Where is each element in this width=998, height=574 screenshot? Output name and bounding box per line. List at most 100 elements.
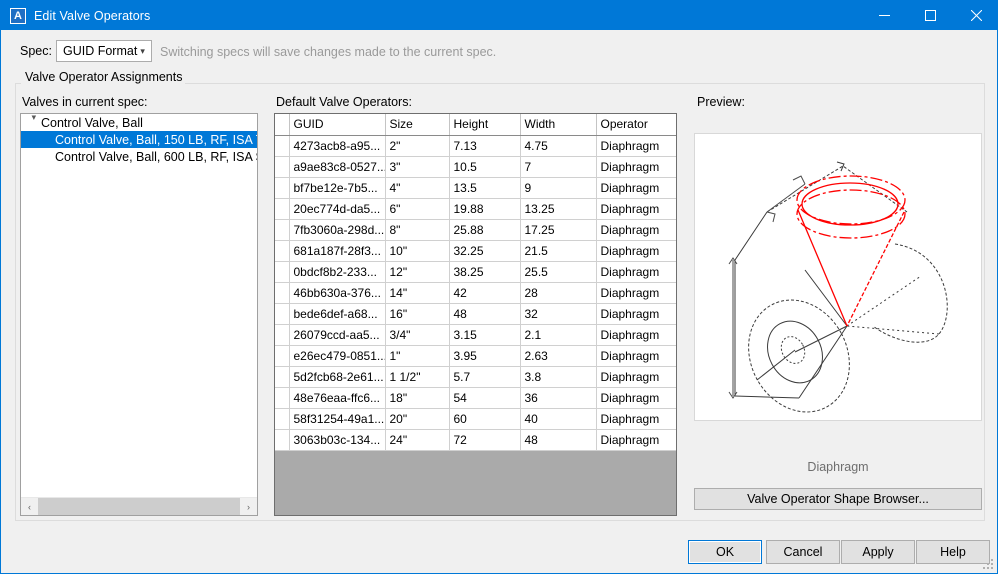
cell-guid[interactable]: 48e76eaa-ffc6... xyxy=(289,387,386,409)
scroll-left-arrow-icon[interactable]: ‹ xyxy=(21,498,38,515)
cell-width[interactable]: 4.75 xyxy=(520,135,597,157)
row-header-cell[interactable] xyxy=(275,261,290,283)
cell-operator[interactable]: Diaphragm xyxy=(596,261,676,283)
table-row[interactable]: e26ec479-0851... 1" 3.95 2.63 Diaphragm xyxy=(275,345,676,367)
cell-operator[interactable]: Diaphragm xyxy=(596,408,676,430)
cell-width[interactable]: 36 xyxy=(520,387,597,409)
title-bar[interactable]: A Edit Valve Operators xyxy=(1,1,997,30)
row-header-cell[interactable] xyxy=(275,282,290,304)
cell-guid[interactable]: 58f31254-49a1... xyxy=(289,408,386,430)
cell-width[interactable]: 2.1 xyxy=(520,324,597,346)
cell-guid[interactable]: 4273acb8-a95... xyxy=(289,135,386,157)
cell-guid[interactable]: 26079ccd-aa5... xyxy=(289,324,386,346)
cell-size[interactable]: 8" xyxy=(385,219,450,241)
cell-width[interactable]: 48 xyxy=(520,429,597,451)
spec-dropdown[interactable]: GUID Format ▾ xyxy=(56,40,152,62)
column-header-size[interactable]: Size xyxy=(385,114,450,136)
cell-guid[interactable]: 681a187f-28f3... xyxy=(289,240,386,262)
cell-operator[interactable]: Diaphragm xyxy=(596,156,676,178)
row-header-cell[interactable] xyxy=(275,240,290,262)
row-header-cell[interactable] xyxy=(275,387,290,409)
apply-button[interactable]: Apply xyxy=(841,540,915,564)
row-header-cell[interactable] xyxy=(275,177,290,199)
cell-width[interactable]: 7 xyxy=(520,156,597,178)
cell-width[interactable]: 21.5 xyxy=(520,240,597,262)
ok-button[interactable]: OK xyxy=(688,540,762,564)
cell-height[interactable]: 3.15 xyxy=(449,324,521,346)
cancel-button[interactable]: Cancel xyxy=(766,540,840,564)
tree-horizontal-scrollbar[interactable]: ‹ › xyxy=(21,497,257,515)
scroll-right-arrow-icon[interactable]: › xyxy=(240,498,257,515)
help-button[interactable]: Help xyxy=(916,540,990,564)
table-row[interactable]: 48e76eaa-ffc6... 18" 54 36 Diaphragm xyxy=(275,387,676,409)
cell-guid[interactable]: 20ec774d-da5... xyxy=(289,198,386,220)
cell-size[interactable]: 1 1/2" xyxy=(385,366,450,388)
cell-height[interactable]: 5.7 xyxy=(449,366,521,388)
tree-node-root[interactable]: ▸ Control Valve, Ball xyxy=(21,114,257,131)
cell-size[interactable]: 16" xyxy=(385,303,450,325)
cell-guid[interactable]: 3063b03c-134... xyxy=(289,429,386,451)
table-row[interactable]: 20ec774d-da5... 6" 19.88 13.25 Diaphragm xyxy=(275,198,676,220)
table-row[interactable]: a9ae83c8-0527... 3" 10.5 7 Diaphragm xyxy=(275,156,676,178)
column-header-height[interactable]: Height xyxy=(449,114,521,136)
cell-operator[interactable]: Diaphragm xyxy=(596,303,676,325)
cell-height[interactable]: 7.13 xyxy=(449,135,521,157)
row-header-cell[interactable] xyxy=(275,303,290,325)
cell-operator[interactable]: Diaphragm xyxy=(596,324,676,346)
cell-guid[interactable]: a9ae83c8-0527... xyxy=(289,156,386,178)
table-row[interactable]: bf7be12e-7b5... 4" 13.5 9 Diaphragm xyxy=(275,177,676,199)
cell-size[interactable]: 2" xyxy=(385,135,450,157)
table-row[interactable]: 26079ccd-aa5... 3/4" 3.15 2.1 Diaphragm xyxy=(275,324,676,346)
cell-height[interactable]: 38.25 xyxy=(449,261,521,283)
cell-guid[interactable]: e26ec479-0851... xyxy=(289,345,386,367)
expander-triangle-icon[interactable]: ▸ xyxy=(29,116,40,130)
cell-size[interactable]: 3/4" xyxy=(385,324,450,346)
cell-operator[interactable]: Diaphragm xyxy=(596,282,676,304)
cell-guid[interactable]: bf7be12e-7b5... xyxy=(289,177,386,199)
row-header-cell[interactable] xyxy=(275,345,290,367)
cell-size[interactable]: 1" xyxy=(385,345,450,367)
cell-size[interactable]: 12" xyxy=(385,261,450,283)
table-row[interactable]: 7fb3060a-298d... 8" 25.88 17.25 Diaphragm xyxy=(275,219,676,241)
close-button[interactable] xyxy=(953,1,997,30)
table-row[interactable]: 0bdcf8b2-233... 12" 38.25 25.5 Diaphragm xyxy=(275,261,676,283)
cell-size[interactable]: 24" xyxy=(385,429,450,451)
cell-height[interactable]: 48 xyxy=(449,303,521,325)
cell-operator[interactable]: Diaphragm xyxy=(596,366,676,388)
cell-width[interactable]: 9 xyxy=(520,177,597,199)
cell-guid[interactable]: 0bdcf8b2-233... xyxy=(289,261,386,283)
cell-operator[interactable]: Diaphragm xyxy=(596,135,676,157)
cell-height[interactable]: 72 xyxy=(449,429,521,451)
row-header-cell[interactable] xyxy=(275,135,290,157)
cell-height[interactable]: 60 xyxy=(449,408,521,430)
valve-operator-shape-browser-button[interactable]: Valve Operator Shape Browser... xyxy=(694,488,982,510)
column-header-guid[interactable]: GUID xyxy=(289,114,386,136)
cell-width[interactable]: 17.25 xyxy=(520,219,597,241)
cell-guid[interactable]: 5d2fcb68-2e61... xyxy=(289,366,386,388)
cell-guid[interactable]: 46bb630a-376... xyxy=(289,282,386,304)
row-header-cell[interactable] xyxy=(275,156,290,178)
cell-height[interactable]: 19.88 xyxy=(449,198,521,220)
cell-width[interactable]: 32 xyxy=(520,303,597,325)
cell-height[interactable]: 3.95 xyxy=(449,345,521,367)
table-row[interactable]: 4273acb8-a95... 2" 7.13 4.75 Diaphragm xyxy=(275,135,676,157)
maximize-button[interactable] xyxy=(907,1,953,30)
scrollbar-thumb[interactable] xyxy=(38,498,240,515)
cell-width[interactable]: 3.8 xyxy=(520,366,597,388)
cell-height[interactable]: 42 xyxy=(449,282,521,304)
cell-width[interactable]: 40 xyxy=(520,408,597,430)
cell-operator[interactable]: Diaphragm xyxy=(596,429,676,451)
cell-height[interactable]: 10.5 xyxy=(449,156,521,178)
table-row[interactable]: 58f31254-49a1... 20" 60 40 Diaphragm xyxy=(275,408,676,430)
cell-width[interactable]: 13.25 xyxy=(520,198,597,220)
cell-guid[interactable]: bede6def-a68... xyxy=(289,303,386,325)
row-header-cell[interactable] xyxy=(275,366,290,388)
cell-guid[interactable]: 7fb3060a-298d... xyxy=(289,219,386,241)
table-row[interactable]: 46bb630a-376... 14" 42 28 Diaphragm xyxy=(275,282,676,304)
cell-operator[interactable]: Diaphragm xyxy=(596,240,676,262)
table-row[interactable]: 681a187f-28f3... 10" 32.25 21.5 Diaphragm xyxy=(275,240,676,262)
row-header-cell[interactable] xyxy=(275,219,290,241)
resize-grip-icon[interactable] xyxy=(981,557,995,571)
cell-height[interactable]: 32.25 xyxy=(449,240,521,262)
row-header-cell[interactable] xyxy=(275,429,290,451)
